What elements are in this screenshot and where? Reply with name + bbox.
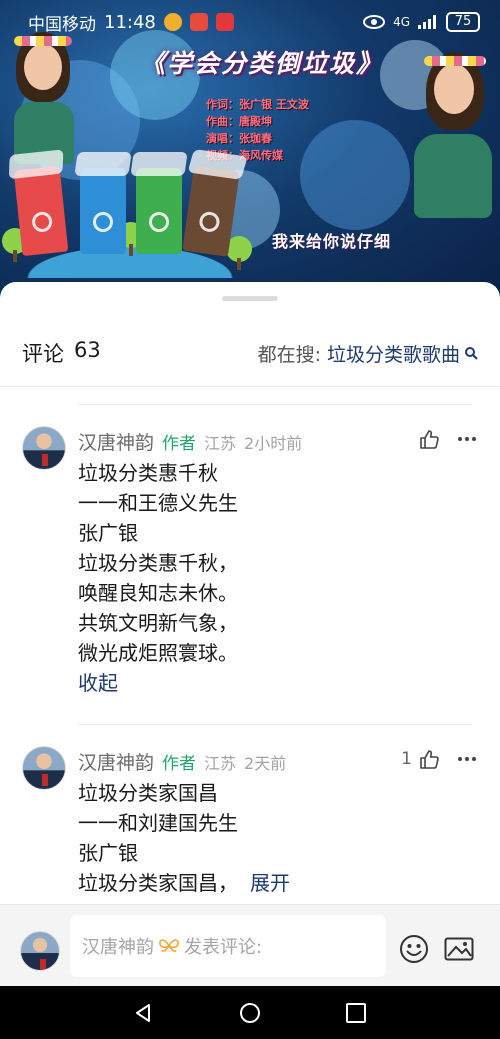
comment-item: 汉唐神韵 作者 江苏 2天前 1 垃圾分类家国昌 一一和刘建国先生 张广银 垃圾…	[22, 746, 478, 906]
video-player[interactable]: 中国移动 11:48 4G 75 《学会分类倒垃圾》 作词：张广银 王文波 作曲…	[0, 0, 500, 300]
comment-divider	[78, 404, 472, 405]
comment-input-bar: 汉唐神韵 发表评论:	[0, 904, 500, 986]
thumbs-up-icon[interactable]	[418, 748, 440, 770]
author-badge: 作者	[162, 754, 197, 774]
notification-app-icon	[163, 13, 182, 31]
collapse-link[interactable]: 收起	[78, 668, 238, 698]
comment-line-truncated: 垃圾分类家国昌， 展开	[78, 868, 290, 898]
sheet-drag-handle[interactable]	[222, 296, 278, 301]
trash-bin-blue	[74, 152, 132, 254]
comment-line: 唤醒良知志未休。	[78, 581, 238, 605]
comment-author[interactable]: 汉唐神韵	[78, 748, 154, 775]
my-avatar[interactable]	[20, 931, 60, 971]
trash-bin-green	[130, 152, 188, 254]
comment-divider	[78, 724, 472, 725]
credit-line: 作词：张广银 王文波	[206, 98, 309, 111]
thumbs-up-icon[interactable]	[418, 428, 440, 450]
input-placeholder-name: 汉唐神韵	[82, 937, 154, 958]
video-title: 《学会分类倒垃圾》	[140, 49, 384, 78]
comment-line: 垃圾分类家国昌，	[78, 871, 238, 895]
comments-title: 评论 63	[22, 338, 101, 368]
comment-line: 垃圾分类惠千秋，	[78, 551, 238, 575]
comment-meta: 汉唐神韵 作者 江苏 2天前	[78, 748, 286, 775]
clock: 11:48	[104, 11, 156, 33]
comment-location: 江苏	[204, 434, 237, 453]
comment-time: 2小时前	[244, 434, 303, 453]
comment-text: 垃圾分类惠千秋 一一和王德义先生 张广银 垃圾分类惠千秋， 唤醒良知志未休。 共…	[78, 458, 238, 698]
expand-link[interactable]: 展开	[250, 871, 290, 895]
comment-text: 垃圾分类家国昌 一一和刘建国先生 张广银 垃圾分类家国昌， 展开	[78, 778, 290, 898]
comment-line: 一一和王德义先生	[78, 491, 238, 515]
notification-app-icon	[215, 13, 234, 31]
credit-line: 演唱：张珈春	[206, 132, 272, 145]
home-icon[interactable]	[239, 1002, 261, 1024]
comment-location: 江苏	[204, 754, 237, 773]
girl-left-image	[8, 24, 88, 164]
more-options-icon[interactable]	[456, 748, 478, 770]
comment-line: 张广银	[78, 841, 138, 865]
trending-search[interactable]: 都在搜: 垃圾分类歌歌曲	[258, 340, 478, 367]
like-count: 1	[401, 749, 412, 769]
video-subtitle: 我来给你说仔细	[272, 232, 392, 251]
comments-header: 评论 63 都在搜: 垃圾分类歌歌曲	[22, 338, 478, 368]
emoji-icon[interactable]	[398, 933, 430, 965]
comments-count: 63	[74, 338, 101, 362]
trash-bin-red	[8, 149, 69, 257]
trending-search-term[interactable]: 垃圾分类歌歌曲	[327, 340, 460, 367]
more-options-icon[interactable]	[456, 428, 478, 450]
network-type: 4G	[393, 15, 410, 29]
girl-right-image	[392, 38, 496, 218]
trending-search-prefix: 都在搜:	[257, 343, 321, 366]
butterfly-icon	[159, 939, 179, 952]
comment-line: 垃圾分类惠千秋	[78, 461, 218, 485]
search-icon	[465, 347, 478, 360]
comment-input[interactable]: 汉唐神韵 发表评论:	[70, 915, 386, 977]
status-bar: 中国移动 11:48 4G 75	[0, 0, 500, 44]
notification-app-icon	[189, 13, 208, 31]
image-icon[interactable]	[444, 937, 474, 961]
comment-line: 张广银	[78, 521, 138, 545]
comment-actions: 1	[401, 748, 478, 770]
signal-icon	[418, 15, 436, 29]
comment-line: 一一和刘建国先生	[78, 811, 238, 835]
comment-author[interactable]: 汉唐神韵	[78, 428, 154, 455]
back-icon[interactable]	[132, 1002, 154, 1024]
input-placeholder-text: 发表评论:	[184, 937, 263, 958]
carrier-label: 中国移动	[28, 14, 96, 35]
avatar[interactable]	[22, 426, 66, 470]
recents-icon[interactable]	[345, 1002, 367, 1024]
comments-label: 评论	[22, 342, 64, 366]
comment-item: 汉唐神韵 作者 江苏 2小时前 垃圾分类惠千秋 一一和王德义先生 张广银 垃圾分…	[22, 426, 478, 706]
comment-line: 微光成炬照寰球。	[78, 641, 238, 665]
comment-actions	[418, 428, 478, 450]
system-nav-bar	[0, 986, 500, 1039]
avatar[interactable]	[22, 746, 66, 790]
comments-sheet: 评论 63 都在搜: 垃圾分类歌歌曲 汉唐神韵 作者 江苏 2小时前 垃圾分类惠…	[0, 282, 500, 904]
comment-meta: 汉唐神韵 作者 江苏 2小时前	[78, 428, 302, 455]
credit-line: 作曲：唐殿坤	[206, 115, 272, 128]
comment-time: 2天前	[244, 754, 287, 773]
eye-comfort-icon	[363, 15, 386, 29]
comment-line: 垃圾分类家国昌	[78, 781, 218, 805]
author-badge: 作者	[162, 434, 197, 454]
header-divider	[0, 386, 500, 387]
comment-line: 共筑文明新气象，	[78, 611, 238, 635]
battery-indicator: 75	[446, 12, 480, 32]
